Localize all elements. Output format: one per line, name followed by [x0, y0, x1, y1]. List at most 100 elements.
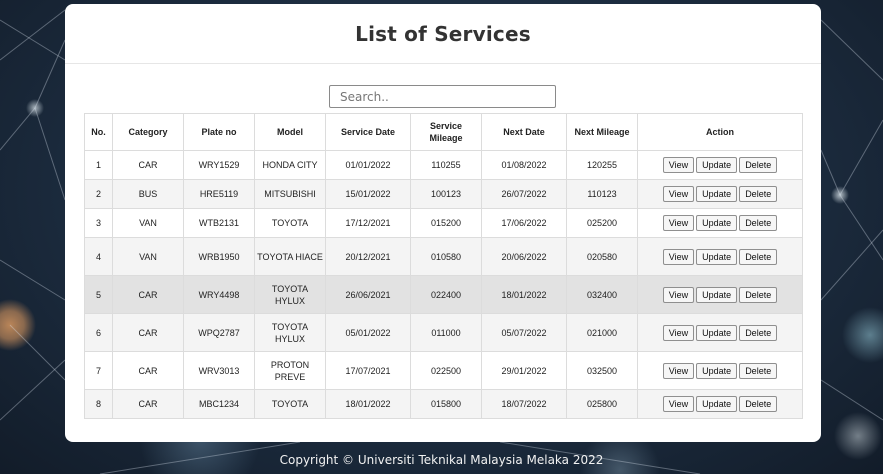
- delete-button[interactable]: Delete: [739, 286, 778, 303]
- view-button[interactable]: View: [662, 396, 695, 412]
- table-row: 4 VAN WRB1950 TOYOTA HIACE 20/12/2021 010580 2…: [84, 237, 803, 276]
- view-button[interactable]: View: [662, 215, 695, 231]
- cell-model: TOYOTA HYLUX: [254, 313, 326, 352]
- update-button[interactable]: Update: [696, 248, 738, 265]
- cell-next-date: 18/07/2022: [481, 389, 567, 419]
- update-button[interactable]: Update: [696, 215, 738, 231]
- cell-next-mileage: 120255: [566, 150, 638, 180]
- cell-category: CAR: [112, 351, 184, 390]
- cell-service-mileage: 015800: [410, 389, 482, 419]
- cell-service-mileage: 022400: [410, 275, 482, 314]
- delete-button[interactable]: Delete: [739, 157, 778, 173]
- column-header-model: Model: [254, 113, 326, 151]
- cell-no: 7: [84, 351, 113, 390]
- table-row: 6 CAR WPQ2787 TOYOTA HYLUX 05/01/2022 011000 0…: [84, 313, 803, 352]
- cell-plate-no: HRE5119: [183, 179, 255, 209]
- cell-model: TOYOTA: [254, 389, 326, 419]
- view-button[interactable]: View: [662, 157, 695, 173]
- cell-plate-no: WRY1529: [183, 150, 255, 180]
- cell-no: 4: [84, 237, 113, 276]
- cell-service-date: 17/12/2021: [325, 208, 411, 238]
- cell-next-mileage: 032500: [566, 351, 638, 390]
- cell-service-date: 26/06/2021: [325, 275, 411, 314]
- table-row: 3 VAN WTB2131 TOYOTA 17/12/2021 015200 17/06/2…: [84, 208, 803, 238]
- table-row: 8 CAR MBC1234 TOYOTA 18/01/2022 015800 18/07/2…: [84, 389, 803, 419]
- cell-service-date: 15/01/2022: [325, 179, 411, 209]
- cell-actions: View Update Delete: [637, 179, 803, 209]
- cell-next-date: 20/06/2022: [481, 237, 567, 276]
- services-table: No. Category Plate no Model Service Date…: [84, 113, 803, 419]
- cell-next-mileage: 020580: [566, 237, 638, 276]
- view-button[interactable]: View: [662, 286, 695, 303]
- copyright-footer: Copyright © Universiti Teknikal Malaysia…: [279, 453, 604, 467]
- cell-category: CAR: [112, 150, 184, 180]
- column-header-next-mileage: Next Mileage: [566, 113, 638, 151]
- cell-service-mileage: 100123: [410, 179, 482, 209]
- cell-plate-no: MBC1234: [183, 389, 255, 419]
- cell-no: 1: [84, 150, 113, 180]
- cell-service-date: 01/01/2022: [325, 150, 411, 180]
- view-button[interactable]: View: [662, 248, 695, 265]
- cell-service-mileage: 022500: [410, 351, 482, 390]
- cell-category: CAR: [112, 389, 184, 419]
- cell-no: 6: [84, 313, 113, 352]
- cell-plate-no: WTB2131: [183, 208, 255, 238]
- view-button[interactable]: View: [662, 362, 695, 379]
- cell-model: TOYOTA HYLUX: [254, 275, 326, 314]
- view-button[interactable]: View: [662, 186, 695, 202]
- cell-next-date: 05/07/2022: [481, 313, 567, 352]
- cell-next-mileage: 025200: [566, 208, 638, 238]
- cell-service-mileage: 011000: [410, 313, 482, 352]
- column-header-action: Action: [637, 113, 803, 151]
- cell-next-mileage: 025800: [566, 389, 638, 419]
- cell-service-date: 20/12/2021: [325, 237, 411, 276]
- column-header-plate-no: Plate no: [183, 113, 255, 151]
- update-button[interactable]: Update: [696, 157, 738, 173]
- cell-next-mileage: 032400: [566, 275, 638, 314]
- cell-category: CAR: [112, 275, 184, 314]
- cell-next-mileage: 110123: [566, 179, 638, 209]
- delete-button[interactable]: Delete: [739, 324, 778, 341]
- column-header-next-date: Next Date: [481, 113, 567, 151]
- update-button[interactable]: Update: [696, 186, 738, 202]
- cell-actions: View Update Delete: [637, 237, 803, 276]
- column-header-service-mileage: Service Mileage: [410, 113, 482, 151]
- search-input[interactable]: [329, 85, 556, 108]
- cell-plate-no: WRV3013: [183, 351, 255, 390]
- cell-next-date: 29/01/2022: [481, 351, 567, 390]
- column-header-category: Category: [112, 113, 184, 151]
- table-row: 7 CAR WRV3013 PROTON PREVE 17/07/2021 022500 2…: [84, 351, 803, 390]
- cell-model: PROTON PREVE: [254, 351, 326, 390]
- cell-model: TOYOTA: [254, 208, 326, 238]
- update-button[interactable]: Update: [696, 324, 738, 341]
- delete-button[interactable]: Delete: [739, 396, 778, 412]
- cell-actions: View Update Delete: [637, 275, 803, 314]
- cell-service-date: 17/07/2021: [325, 351, 411, 390]
- view-button[interactable]: View: [662, 324, 695, 341]
- update-button[interactable]: Update: [696, 362, 738, 379]
- cell-no: 3: [84, 208, 113, 238]
- cell-category: BUS: [112, 179, 184, 209]
- delete-button[interactable]: Delete: [739, 186, 778, 202]
- cell-model: HONDA CITY: [254, 150, 326, 180]
- column-header-no: No.: [84, 113, 113, 151]
- cell-plate-no: WRY4498: [183, 275, 255, 314]
- cell-plate-no: WRB1950: [183, 237, 255, 276]
- cell-model: MITSUBISHI: [254, 179, 326, 209]
- delete-button[interactable]: Delete: [739, 248, 778, 265]
- cell-actions: View Update Delete: [637, 389, 803, 419]
- table-row: 5 CAR WRY4498 TOYOTA HYLUX 26/06/2021 022400 1…: [84, 275, 803, 314]
- cell-service-mileage: 015200: [410, 208, 482, 238]
- update-button[interactable]: Update: [696, 396, 738, 412]
- services-card: List of Services No. Category Plate no M…: [65, 4, 821, 442]
- table-header-row: No. Category Plate no Model Service Date…: [84, 113, 803, 151]
- cell-category: CAR: [112, 313, 184, 352]
- update-button[interactable]: Update: [696, 286, 738, 303]
- cell-service-mileage: 010580: [410, 237, 482, 276]
- delete-button[interactable]: Delete: [739, 362, 778, 379]
- delete-button[interactable]: Delete: [739, 215, 778, 231]
- table-row: 2 BUS HRE5119 MITSUBISHI 15/01/2022 100123 26/…: [84, 179, 803, 209]
- cell-next-date: 18/01/2022: [481, 275, 567, 314]
- cell-actions: View Update Delete: [637, 351, 803, 390]
- cell-next-date: 17/06/2022: [481, 208, 567, 238]
